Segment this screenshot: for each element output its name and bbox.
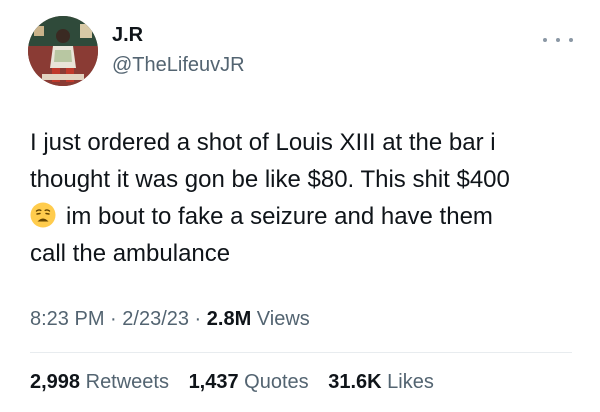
tweet-meta: 8:23 PM · 2/23/23 · 2.8M Views (30, 305, 310, 333)
likes-label: Likes (381, 371, 434, 393)
engagement-stats: 2,998 Retweets 1,437 Quotes 31.6K Likes (30, 368, 448, 396)
quotes-label: Quotes (238, 371, 309, 393)
tweet-line-1: I just ordered a shot of Louis XIII at t… (30, 129, 496, 156)
tweet-card: J.R @TheLifeuvJR I just ordered a shot o… (0, 0, 600, 412)
retweets-stat[interactable]: 2,998 Retweets (30, 371, 169, 393)
retweets-count: 2,998 (30, 371, 81, 393)
meta-separator: · (104, 308, 123, 330)
tweet-line-4: call the ambulance (30, 240, 231, 267)
display-name[interactable]: J.R (112, 22, 143, 48)
tweet-time[interactable]: 8:23 PM (30, 308, 104, 330)
weary-face-emoji-icon (30, 202, 56, 228)
divider (30, 352, 572, 353)
tweet-line-2: thought it was gon be like $80. This shi… (30, 166, 510, 193)
tweet-line-3: im bout to fake a seizure and have them (66, 203, 493, 230)
user-handle[interactable]: @TheLifeuvJR (112, 52, 245, 78)
quotes-count: 1,437 (188, 371, 239, 393)
more-options-icon[interactable] (543, 34, 573, 46)
likes-count: 31.6K (328, 371, 382, 393)
meta-separator: · (189, 308, 207, 330)
tweet-line-3-wrap: im bout to fake a seizure and have them (30, 198, 585, 235)
views-label: Views (251, 308, 310, 330)
likes-stat[interactable]: 31.6K Likes (328, 371, 434, 393)
dot (556, 38, 560, 42)
views-count: 2.8M (206, 308, 252, 330)
tweet-text: I just ordered a shot of Louis XIII at t… (30, 124, 585, 272)
retweets-label: Retweets (80, 371, 169, 393)
quotes-stat[interactable]: 1,437 Quotes (189, 371, 309, 393)
profile-photo-icon (28, 16, 98, 86)
tweet-date[interactable]: 2/23/23 (122, 308, 189, 330)
dot (569, 38, 573, 42)
dot (543, 38, 547, 42)
avatar[interactable] (28, 16, 98, 86)
